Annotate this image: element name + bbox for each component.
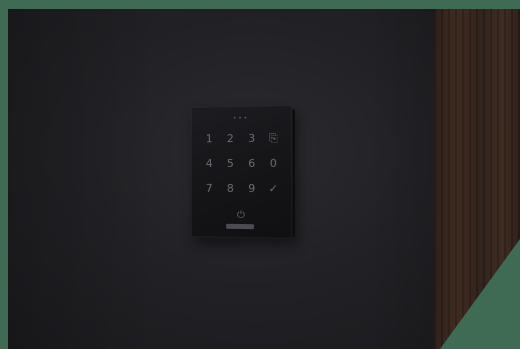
cancel-icon: ⎘ bbox=[268, 131, 278, 145]
brand-logo bbox=[226, 223, 254, 230]
key-2: 2 bbox=[226, 132, 234, 146]
photo: ••• 1 2 3 ⎘ 4 5 6 0 7 8 9 ✓ ⏻ bbox=[8, 9, 520, 349]
key-9: 9 bbox=[248, 182, 256, 196]
key-7: 7 bbox=[205, 181, 213, 195]
status-indicator: ••• bbox=[232, 114, 250, 123]
keypad-grid: 1 2 3 ⎘ 4 5 6 0 7 8 9 ✓ bbox=[199, 132, 285, 196]
power-icon: ⏻ bbox=[237, 209, 245, 222]
key-3: 3 bbox=[248, 131, 256, 145]
key-0: 0 bbox=[269, 156, 277, 170]
key-4: 4 bbox=[205, 157, 213, 171]
key-8: 8 bbox=[226, 181, 234, 195]
key-5: 5 bbox=[226, 157, 234, 171]
check-icon: ✓ bbox=[268, 182, 279, 196]
wall-keypad: ••• 1 2 3 ⎘ 4 5 6 0 7 8 9 ✓ ⏻ bbox=[190, 105, 293, 239]
key-6: 6 bbox=[248, 156, 256, 170]
key-1: 1 bbox=[205, 132, 213, 146]
